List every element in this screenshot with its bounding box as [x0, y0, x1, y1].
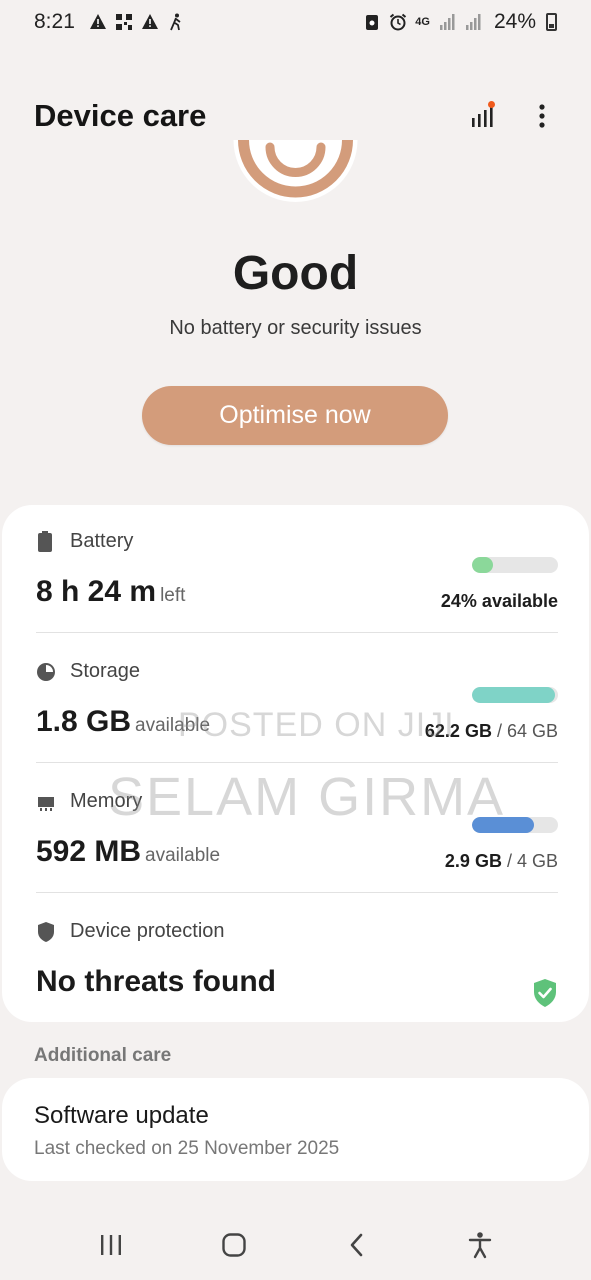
storage-label: Storage — [70, 660, 141, 682]
battery-bar-fill — [472, 557, 493, 573]
home-icon — [222, 1233, 246, 1257]
memory-used: 2.9 GB — [444, 851, 502, 871]
battery-row[interactable]: Battery 8 h 24 m left 24% available — [36, 530, 558, 630]
lock-icon — [366, 15, 379, 30]
back-button[interactable] — [337, 1225, 377, 1265]
accessibility-icon — [468, 1232, 491, 1259]
storage-bar — [472, 687, 558, 703]
storage-bar-fill — [472, 687, 556, 703]
status-bar-right: 4G 24% — [363, 10, 557, 34]
recents-icon — [101, 1235, 122, 1255]
more-vertical-icon — [539, 104, 545, 128]
warning-icon — [89, 14, 106, 29]
device-care-card: Battery 8 h 24 m left 24% available Stora… — [2, 505, 589, 1022]
device-protection-row[interactable]: Device protection No threats found — [36, 920, 558, 1020]
recent-apps-button[interactable] — [91, 1225, 131, 1265]
storage-label-row: Storage — [36, 660, 558, 683]
memory-chip-icon — [38, 796, 54, 811]
shield-icon — [38, 921, 54, 942]
battery-icon — [38, 530, 52, 552]
signal-icon — [465, 14, 481, 30]
network-type: 4G — [415, 15, 430, 28]
page-title: Device care — [34, 98, 207, 133]
divider — [36, 892, 558, 893]
status-bar-left: 8:21 — [34, 10, 185, 34]
smile-face-icon — [233, 140, 358, 225]
additional-care-header: Additional care — [34, 1045, 172, 1066]
qr-code-icon — [115, 14, 132, 30]
status-time: 8:21 — [34, 10, 75, 33]
battery-bar — [472, 557, 558, 573]
watermark-name: SELAM GIRMA — [108, 767, 506, 827]
divider — [36, 632, 558, 633]
storage-amount: 1.8 GB — [36, 705, 132, 738]
walking-icon — [170, 13, 181, 31]
protection-value: No threats found — [36, 965, 276, 998]
shield-check-icon — [534, 979, 556, 1007]
pie-chart-icon — [37, 662, 55, 681]
home-button[interactable] — [214, 1225, 254, 1265]
software-update-title: Software update — [34, 1102, 209, 1129]
divider — [36, 762, 558, 763]
battery-time: 8 h 24 m — [36, 575, 157, 608]
memory-amount: 592 MB — [36, 835, 142, 868]
status-subtitle: No battery or security issues — [169, 317, 422, 339]
signal-icon — [439, 14, 455, 30]
status-bar: 8:21 4G 24% — [0, 0, 591, 44]
optimise-now-button[interactable]: Optimise now — [142, 386, 448, 445]
battery-icon — [546, 13, 557, 31]
battery-suffix: left — [160, 585, 186, 606]
protection-label: Device protection — [70, 920, 225, 942]
status-text: Good — [232, 247, 359, 300]
software-update-card[interactable]: Software update Last checked on 25 Novem… — [2, 1078, 589, 1181]
memory-detail: 2.9 GB / 4 GB — [445, 851, 558, 872]
alarm-icon — [390, 13, 407, 31]
battery-label-row: Battery — [36, 530, 558, 553]
app-bar-actions — [467, 101, 557, 131]
back-icon — [350, 1233, 363, 1257]
navigation-bar — [0, 1210, 591, 1280]
notification-dot — [488, 101, 495, 108]
more-options-button[interactable] — [527, 101, 557, 131]
protection-label-row: Device protection — [36, 920, 558, 943]
storage-total: / 64 GB — [496, 721, 558, 741]
memory-total: / 4 GB — [506, 851, 558, 871]
accessibility-button[interactable] — [460, 1225, 500, 1265]
battery-label: Battery — [70, 530, 134, 552]
watermark-line: POSTED ON JIJI — [178, 706, 455, 744]
battery-detail: 24% available — [440, 591, 558, 611]
software-update-subtitle: Last checked on 25 November 2025 — [34, 1138, 340, 1159]
memory-suffix: available — [145, 845, 221, 866]
warning-icon — [141, 14, 158, 29]
performance-button[interactable] — [467, 101, 497, 131]
battery-percent: 24% — [493, 10, 536, 33]
